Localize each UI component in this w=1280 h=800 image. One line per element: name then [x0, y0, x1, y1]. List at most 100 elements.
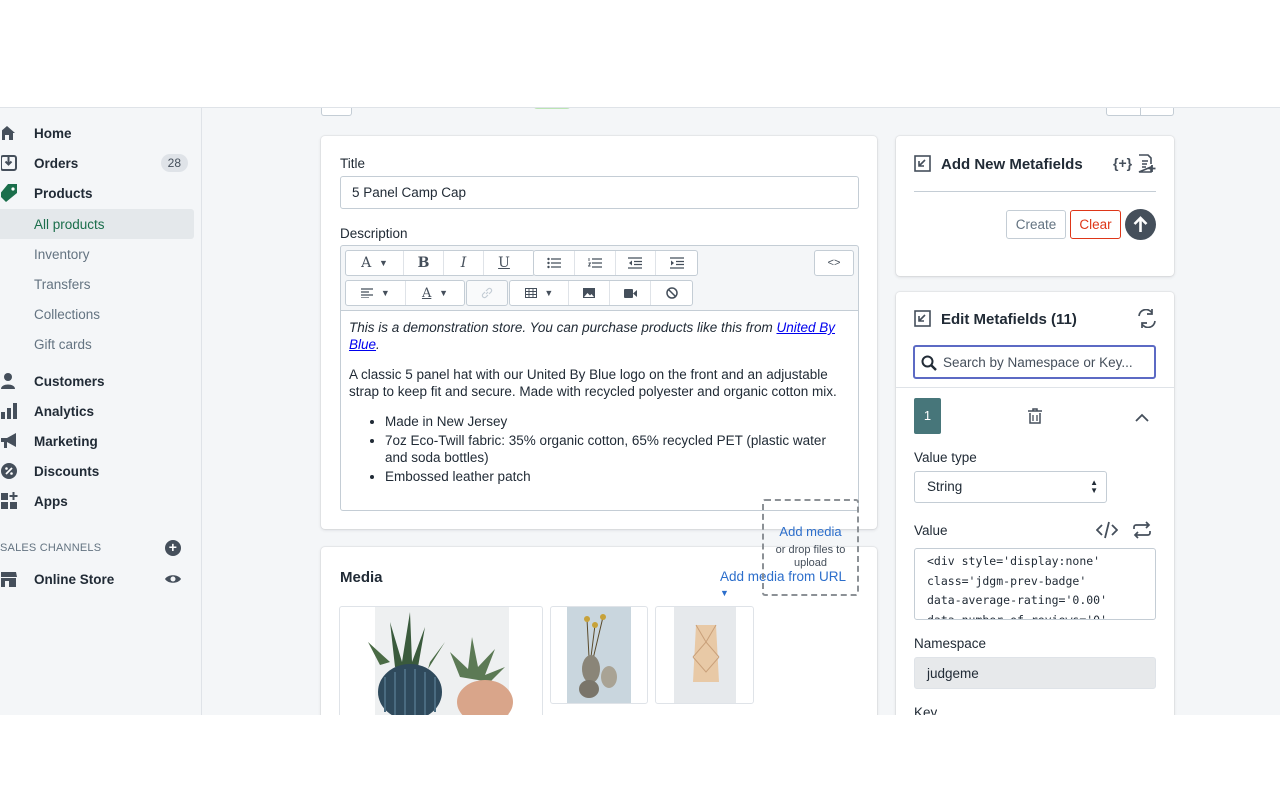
insert-video-icon[interactable]: [610, 281, 651, 305]
font-style-dropdown[interactable]: A ▼: [346, 251, 404, 275]
metafield-index: 1: [914, 398, 941, 434]
back-button[interactable]: [321, 108, 352, 116]
value-type-select[interactable]: String ▲ ▼: [914, 471, 1107, 503]
sidebar-subitem-gift-cards[interactable]: Gift cards: [0, 329, 194, 359]
key-label: Key: [914, 705, 938, 715]
sidebar-item-discounts[interactable]: Discounts: [0, 456, 194, 486]
sync-icon[interactable]: [1137, 308, 1157, 329]
bar-chart-icon: [0, 401, 20, 421]
add-metafields-title: Add New Metafields: [941, 156, 1083, 173]
description-paragraph: A classic 5 panel hat with our United By…: [349, 367, 837, 399]
repeat-icon[interactable]: [1132, 521, 1152, 539]
add-media-dropzone[interactable]: Add media or drop files to upload: [762, 499, 859, 596]
sidebar-item-customers[interactable]: Customers: [0, 366, 194, 396]
search-input-wrapper: Search by Namespace or Key...: [913, 345, 1156, 379]
sidebar-item-marketing[interactable]: Marketing: [0, 426, 194, 456]
sidebar-subitem-transfers[interactable]: Transfers: [0, 269, 194, 299]
sidebar-item-label: Analytics: [34, 403, 95, 419]
value-code-textarea[interactable]: <div style='display:none' class='jdgm-pr…: [914, 548, 1156, 620]
apps-icon: [0, 491, 20, 511]
sidebar-item-products[interactable]: Products: [0, 178, 194, 208]
add-channel-icon[interactable]: +: [165, 540, 181, 556]
sidebar-item-home[interactable]: Home: [0, 118, 194, 148]
orders-count-badge: 28: [160, 154, 188, 172]
list-group: [533, 250, 698, 276]
value-type-selected: String: [927, 479, 963, 494]
chevron-up-icon[interactable]: [1135, 410, 1149, 422]
sidebar-subitem-all-products[interactable]: All products: [0, 209, 194, 239]
table-dropdown[interactable]: ▼: [510, 281, 569, 305]
media-image-vases[interactable]: [550, 606, 648, 704]
view-store-eye-icon[interactable]: [165, 571, 181, 587]
sales-channels-label: SALES CHANNELS: [0, 542, 102, 554]
bullet-list-icon[interactable]: [534, 251, 575, 275]
indent-icon[interactable]: [656, 251, 697, 275]
sidebar-subitem-collections[interactable]: Collections: [0, 299, 194, 329]
list-item: 7oz Eco-Twill fabric: 35% organic cotton…: [385, 432, 850, 466]
align-color-group: ▼ A ▼: [345, 280, 465, 306]
divider: [914, 191, 1156, 192]
clear-format-icon[interactable]: [651, 281, 692, 305]
search-input[interactable]: Search by Namespace or Key...: [943, 355, 1133, 370]
sidebar-subitem-label: Gift cards: [34, 336, 92, 352]
collapse-icon[interactable]: [914, 155, 931, 172]
html-source-button[interactable]: <>: [815, 251, 853, 275]
sidebar-item-label: Home: [34, 125, 72, 141]
clear-button[interactable]: Clear: [1070, 210, 1121, 239]
select-arrows-icon: ▲ ▼: [1090, 478, 1098, 495]
value-label: Value: [914, 523, 948, 538]
link-icon[interactable]: [467, 281, 507, 305]
description-editor[interactable]: This is a demonstration store. You can p…: [340, 311, 859, 511]
sidebar-item-label: Marketing: [34, 433, 98, 449]
italic-button[interactable]: I: [444, 251, 484, 275]
sidebar-item-analytics[interactable]: Analytics: [0, 396, 194, 426]
sidebar-item-label: Orders: [34, 155, 79, 171]
title-input[interactable]: 5 Panel Camp Cap: [340, 176, 859, 209]
sidebar-item-label: Customers: [34, 373, 105, 389]
search-icon: [921, 355, 937, 371]
source-code-group: <>: [814, 250, 854, 276]
sidebar-item-apps[interactable]: Apps: [0, 486, 194, 516]
align-dropdown[interactable]: ▼: [346, 281, 406, 305]
code-icon[interactable]: [1095, 521, 1119, 539]
trash-icon[interactable]: [1028, 408, 1042, 424]
status-badge-partial: [533, 108, 571, 109]
sidebar-subitem-label: All products: [34, 216, 105, 232]
list-item: Embossed leather patch: [385, 468, 850, 485]
scroll-up-arrow-icon[interactable]: [1125, 209, 1156, 240]
underline-button[interactable]: U: [484, 251, 524, 275]
add-document-icon[interactable]: [1138, 154, 1156, 173]
json-brackets-icon[interactable]: {+}: [1113, 155, 1132, 171]
text-color-dropdown[interactable]: A ▼: [406, 281, 464, 305]
create-button[interactable]: Create: [1006, 210, 1066, 239]
home-icon: [0, 123, 20, 143]
sidebar-subitem-inventory[interactable]: Inventory: [0, 239, 194, 269]
discount-icon: [0, 461, 20, 481]
sidebar-nav: Home Orders 28 Products All products Inv…: [0, 108, 202, 715]
media-image-plants[interactable]: [339, 606, 543, 715]
store-icon: [0, 569, 20, 589]
description-bullets: Made in New Jersey 7oz Eco-Twill fabric:…: [385, 413, 850, 485]
prev-next-buttons[interactable]: [1106, 108, 1174, 116]
media-title: Media: [340, 569, 383, 586]
sidebar-subitem-label: Inventory: [34, 246, 90, 262]
sales-channels-header: SALES CHANNELS +: [0, 540, 194, 560]
sidebar-item-online-store[interactable]: Online Store: [0, 564, 194, 594]
format-group: A ▼ B I U: [345, 250, 535, 276]
sidebar-item-label: Apps: [34, 493, 68, 509]
bold-button[interactable]: B: [404, 251, 444, 275]
insert-group: ▼: [509, 280, 693, 306]
edit-metafields-title: Edit Metafields (11): [941, 311, 1077, 328]
insert-image-icon[interactable]: [569, 281, 610, 305]
numbered-list-icon[interactable]: [575, 251, 616, 275]
person-icon: [0, 371, 20, 391]
title-label: Title: [340, 156, 366, 171]
tag-icon: [0, 183, 20, 203]
add-media-button[interactable]: Add media: [764, 525, 857, 538]
rich-text-toolbar: A ▼ B I U <> ▼ A ▼ ▼: [340, 245, 859, 311]
outdent-icon[interactable]: [616, 251, 657, 275]
collapse-icon[interactable]: [914, 310, 931, 327]
media-image-vase-geometric[interactable]: [655, 606, 754, 704]
namespace-label: Namespace: [914, 636, 987, 651]
sidebar-item-orders[interactable]: Orders 28: [0, 148, 194, 178]
